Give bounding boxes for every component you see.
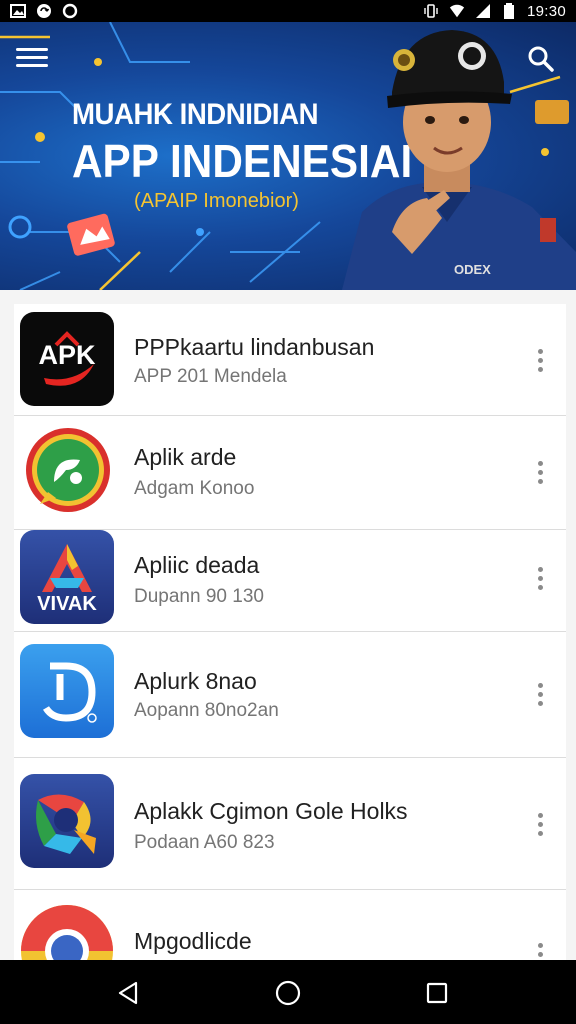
app-name: Aplik arde — [134, 444, 237, 470]
status-time: 19:30 — [526, 2, 566, 20]
app-name: PPPkaartu lindanbusan — [134, 334, 375, 360]
app-subtitle: Dupann 90 130 — [134, 586, 264, 607]
app-row-5[interactable]: Aplakk Cgimon Gole Holks Podaan A60 823 — [14, 758, 566, 890]
vivak-icon-label: VIVAK — [37, 593, 97, 615]
app-subtitle: APP 201 Mendela — [134, 366, 287, 387]
recents-icon[interactable] — [422, 978, 452, 1008]
app-name: Mpgodlicde — [134, 928, 252, 954]
more-options-icon[interactable] — [526, 452, 554, 492]
navigation-bar — [0, 960, 576, 1024]
status-left — [10, 3, 78, 19]
apk-icon: APK — [20, 312, 114, 406]
more-options-icon[interactable] — [526, 558, 554, 598]
app-subtitle: Adgam Konoo — [134, 478, 255, 499]
circle-icon — [62, 3, 78, 19]
person-image: ODEX — [342, 30, 576, 290]
chat-bubble-icon — [20, 426, 114, 520]
more-options-icon[interactable] — [526, 804, 554, 844]
app-subtitle: Aopann 80no2an — [134, 700, 279, 721]
app-name: Aplurk 8nao — [134, 668, 257, 694]
wifi-icon — [449, 3, 465, 19]
app-list: APK PPPkaartu lindanbusan APP 201 Mendel… — [0, 290, 576, 960]
app-row-6[interactable]: Mpgodlicde — [14, 890, 566, 960]
app-subtitle: Podaan A60 823 — [134, 832, 275, 853]
app-row-2[interactable]: Aplik arde Adgam Konoo — [14, 416, 566, 530]
chrome-icon — [20, 904, 114, 960]
app-row-1[interactable]: APK PPPkaartu lindanbusan APP 201 Mendel… — [14, 304, 566, 416]
shirt-logo: ODEX — [454, 262, 491, 277]
back-icon[interactable] — [114, 978, 144, 1008]
more-options-icon[interactable] — [526, 934, 554, 960]
maps-icon — [20, 774, 114, 868]
hero-banner: MUAHK INDNIDIAN APP INDENESIAI (APAIP Im… — [0, 22, 576, 290]
status-right: 19:30 — [423, 3, 566, 20]
sync-icon — [36, 3, 52, 19]
app-row-3[interactable]: VIVAK Apliic deada Dupann 90 130 — [14, 530, 566, 632]
app-name: Aplakk Cgimon Gole Holks — [134, 798, 408, 824]
banner-subtitle: (APAIP Imonebior) — [134, 190, 299, 212]
app-name: Apliic deada — [134, 552, 260, 578]
home-icon[interactable] — [273, 978, 303, 1008]
more-options-icon[interactable] — [526, 340, 554, 380]
more-options-icon[interactable] — [526, 674, 554, 714]
menu-button[interactable] — [16, 48, 48, 74]
signal-icon — [475, 3, 491, 19]
d-letter-icon — [20, 644, 114, 738]
app-row-4[interactable]: Aplurk 8nao Aopann 80no2an — [14, 632, 566, 758]
apk-icon-label: APK — [38, 340, 96, 370]
banner-title: MUAHK INDNIDIAN — [72, 98, 319, 131]
vivak-icon: VIVAK — [20, 530, 114, 624]
vibrate-icon — [423, 3, 439, 19]
status-bar: 19:30 — [0, 0, 576, 22]
battery-icon — [501, 3, 517, 19]
image-icon — [10, 3, 26, 19]
